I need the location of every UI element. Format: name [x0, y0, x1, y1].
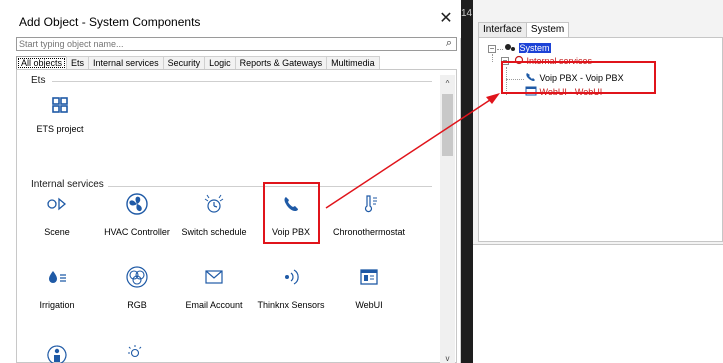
- tree-node-label: System: [518, 43, 551, 53]
- rgb-icon: [126, 266, 148, 288]
- tab-system[interactable]: System: [525, 22, 570, 37]
- tab-logic[interactable]: Logic: [204, 56, 236, 70]
- scroll-thumb[interactable]: [442, 94, 453, 156]
- tab-ets[interactable]: Ets: [66, 56, 90, 70]
- object-hvac-controller[interactable]: HVAC Controller: [97, 193, 177, 237]
- tab-internal-services[interactable]: Internal services: [88, 56, 164, 70]
- tab-all-objects[interactable]: All objects: [16, 56, 68, 70]
- highlight-box-voip-tree: [501, 61, 656, 94]
- thermometer-icon: [364, 195, 377, 213]
- dialog-title: Add Object - System Components: [19, 15, 201, 29]
- dialog-titlebar: Add Object - System Components ✕: [0, 0, 461, 38]
- ets-grid-icon: [52, 97, 68, 113]
- tab-multimedia[interactable]: Multimedia: [326, 56, 380, 70]
- scroll-down-icon[interactable]: v: [442, 354, 453, 363]
- objects-scrollbar[interactable]: ^ v: [440, 75, 455, 363]
- object-label: WebUI: [355, 300, 383, 310]
- object-label: Scene: [44, 227, 70, 237]
- object-irrigation[interactable]: Irrigation: [17, 266, 97, 310]
- close-icon[interactable]: ✕: [437, 10, 455, 28]
- object-partial[interactable]: [17, 343, 97, 363]
- object-label: Thinknx Sensors: [257, 300, 325, 310]
- object-ets-project[interactable]: ETS project: [20, 96, 100, 134]
- tab-reports-gateways[interactable]: Reports & Gateways: [234, 56, 328, 70]
- webui-icon: [360, 269, 378, 285]
- object-email-account[interactable]: Email Account: [174, 266, 254, 310]
- object-label: Switch schedule: [181, 227, 247, 237]
- tab-interface[interactable]: Interface: [478, 22, 527, 37]
- clock-icon: [204, 194, 224, 213]
- highlight-box-voip-object: [263, 182, 320, 244]
- object-label: ETS project: [36, 124, 84, 134]
- panel-tabs: Interface System: [478, 22, 570, 37]
- object-thinknx-sensors[interactable]: Thinknx Sensors: [251, 266, 331, 310]
- group-label-ets: Ets: [31, 75, 50, 86]
- person-icon: [47, 345, 67, 363]
- object-switch-schedule[interactable]: Switch schedule: [174, 193, 254, 237]
- tab-security[interactable]: Security: [162, 56, 206, 70]
- screen: Add Object - System Components ✕ ⌕ All o…: [0, 0, 723, 363]
- object-label: Chronothermostat: [332, 227, 406, 237]
- object-label: Email Account: [185, 300, 243, 310]
- scene-icon: [47, 197, 67, 211]
- collapse-icon[interactable]: −: [488, 45, 496, 53]
- envelope-icon: [205, 270, 223, 284]
- gears-icon: [505, 44, 515, 51]
- drop-icon: [49, 271, 66, 283]
- search-field[interactable]: ⌕: [16, 37, 457, 51]
- object-scene[interactable]: Scene: [17, 193, 97, 237]
- add-object-dialog: Add Object - System Components ✕ ⌕ All o…: [0, 0, 461, 363]
- scroll-up-icon[interactable]: ^: [442, 79, 453, 89]
- object-rgb[interactable]: RGB: [97, 266, 177, 310]
- project-tree-panel: Interface System − System − Internal ser…: [473, 0, 723, 363]
- group-divider: [52, 81, 432, 82]
- object-label: RGB: [127, 300, 147, 310]
- fan-icon: [126, 193, 148, 215]
- object-chronothermostat[interactable]: Chronothermostat: [329, 193, 409, 237]
- category-tabs: All objects Ets Internal services Securi…: [16, 56, 380, 70]
- object-label: Irrigation: [39, 300, 75, 310]
- object-partial[interactable]: [97, 343, 177, 363]
- search-input[interactable]: [17, 38, 417, 50]
- properties-panel: [473, 244, 723, 363]
- object-webui[interactable]: WebUI: [329, 266, 409, 310]
- group-label-internal-services: Internal services: [31, 179, 108, 190]
- sensor-icon: [285, 269, 299, 285]
- sun-moon-icon: [128, 345, 143, 363]
- object-label: HVAC Controller: [104, 227, 170, 237]
- tree-node-system[interactable]: System: [504, 42, 551, 53]
- search-icon[interactable]: ⌕: [446, 37, 452, 50]
